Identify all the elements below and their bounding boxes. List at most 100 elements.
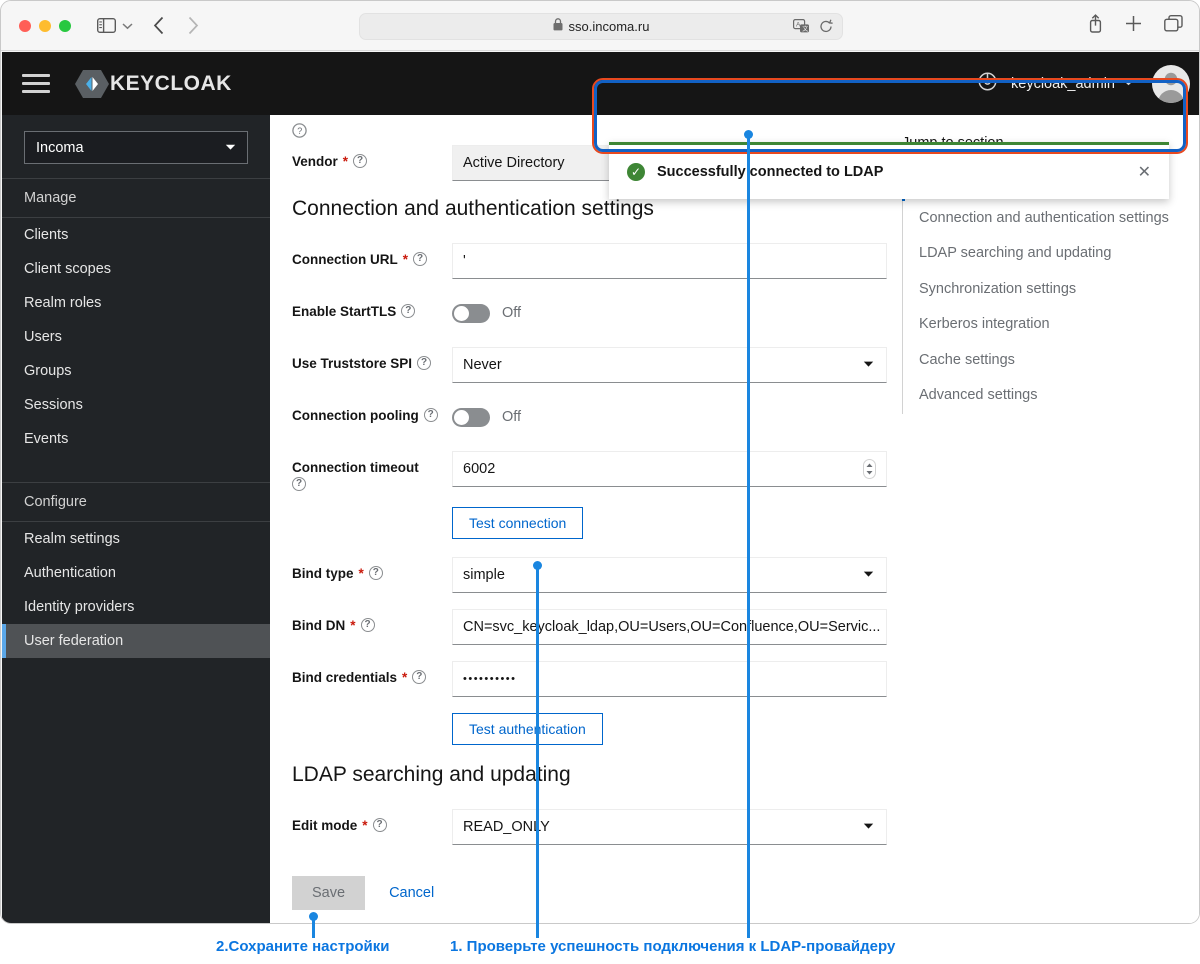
sidebar-item-events[interactable]: Events <box>2 422 270 456</box>
chevron-down-icon <box>225 143 236 153</box>
save-button[interactable]: Save <box>292 876 366 910</box>
help-circle-icon[interactable]: ? <box>423 408 438 422</box>
reload-icon[interactable] <box>819 19 833 39</box>
jump-item-kerberos-integration[interactable]: Kerberos integration <box>903 307 1182 343</box>
sidebar-toggle-icon[interactable] <box>97 18 116 33</box>
browser-toolbar: sso.incoma.ru A文 <box>1 1 1199 51</box>
jump-item-synchronization-settings[interactable]: Synchronization settings <box>903 272 1182 308</box>
close-icon[interactable]: ✕ <box>1138 162 1151 182</box>
enable-starttls-toggle[interactable] <box>452 303 490 323</box>
bind-dn-input[interactable]: CN=svc_keycloak_ldap,OU=Users,OU=Conflue… <box>452 609 887 645</box>
label-text: Enable StartTLS <box>292 304 397 319</box>
test-authentication-button[interactable]: Test authentication <box>452 713 603 745</box>
address-bar[interactable]: sso.incoma.ru A文 <box>359 13 843 40</box>
use-truststore-spi-select[interactable]: Never <box>452 347 887 383</box>
help-circle-icon[interactable]: ? <box>401 304 416 318</box>
username-label[interactable]: keycloak_admin <box>1011 76 1115 92</box>
field-row-enable-starttls: Enable StartTLS ? Off <box>292 295 902 331</box>
edit-mode-value: READ_ONLY <box>463 819 550 835</box>
jump-item-connection-and-authentication-settings[interactable]: Connection and authentication settings <box>903 201 1182 237</box>
chevron-down-icon[interactable] <box>1123 78 1134 89</box>
connection-timeout-value: 6002 <box>463 461 496 477</box>
maximize-window-button[interactable] <box>59 19 71 32</box>
sidebar-item-users[interactable]: Users <box>2 320 270 354</box>
section-heading-ldap-search: LDAP searching and updating <box>292 763 571 786</box>
bind-credentials-input[interactable]: •••••••••• <box>452 661 887 697</box>
sidebar-item-groups[interactable]: Groups <box>2 354 270 388</box>
help-circle-icon[interactable]: ? <box>413 252 428 266</box>
field-label-vendor: Vendor * ? <box>292 145 452 169</box>
form-scroll-area[interactable]: ? Vendor * ? Active Directory Connection… <box>270 115 1199 861</box>
svg-text:文: 文 <box>802 25 808 33</box>
connection-pooling-toggle-row: Off <box>452 399 887 435</box>
plus-icon[interactable] <box>1125 15 1142 32</box>
help-circle-icon[interactable]: ? <box>292 477 306 491</box>
help-circle-icon[interactable]: ? <box>368 566 383 580</box>
browser-toolbar-actions <box>1088 14 1183 33</box>
connection-url-input[interactable]: ' <box>452 243 887 279</box>
label-text: Connection pooling <box>292 408 419 423</box>
window-traffic-lights <box>19 19 71 32</box>
back-button[interactable] <box>153 16 165 35</box>
jump-item-advanced-settings[interactable]: Advanced settings <box>903 378 1182 414</box>
test-connection-button[interactable]: Test connection <box>452 507 584 539</box>
help-circle-icon[interactable]: ? <box>412 670 427 684</box>
sidebar-item-realm-settings[interactable]: Realm settings <box>2 522 270 556</box>
test-connection-area: Test connection <box>452 507 902 539</box>
check-circle-icon: ✓ <box>627 163 645 181</box>
keycloak-logo[interactable]: KEYCLOAK <box>74 68 232 100</box>
help-circle-icon[interactable]: ? <box>417 356 432 370</box>
connection-timeout-input[interactable]: 6002 <box>452 451 887 487</box>
help-circle-icon[interactable]: ? <box>292 123 307 143</box>
sidebar-item-authentication[interactable]: Authentication <box>2 556 270 590</box>
help-circle-icon[interactable]: ? <box>360 618 375 632</box>
required-marker: * <box>402 670 408 685</box>
edit-mode-select[interactable]: READ_ONLY <box>452 809 887 845</box>
field-label-bind-credentials: Bind credentials * ? <box>292 661 452 685</box>
jump-item-ldap-searching-and-updating[interactable]: LDAP searching and updating <box>903 236 1182 272</box>
label-text: Bind credentials <box>292 670 398 685</box>
sidebar-item-sessions[interactable]: Sessions <box>2 388 270 422</box>
nav-group-title-configure: Configure <box>2 482 270 522</box>
translate-icon[interactable]: A文 <box>793 19 810 39</box>
realm-selector[interactable]: Incoma <box>24 131 248 164</box>
realm-selector-wrap: Incoma <box>2 115 270 178</box>
close-window-button[interactable] <box>19 19 31 32</box>
sidebar-item-identity-providers[interactable]: Identity providers <box>2 590 270 624</box>
tab-overview-icon[interactable] <box>1164 15 1183 32</box>
connection-pooling-toggle[interactable] <box>452 407 490 427</box>
label-text: Connection URL <box>292 252 398 267</box>
realm-name: Incoma <box>36 139 84 156</box>
minimize-window-button[interactable] <box>39 19 51 32</box>
number-stepper-icon[interactable] <box>863 459 876 479</box>
required-marker: * <box>350 618 356 633</box>
field-row-bind-dn: Bind DN * ? CN=svc_keycloak_ldap,OU=User… <box>292 609 902 645</box>
avatar[interactable] <box>1152 64 1190 103</box>
chevron-down-icon[interactable] <box>122 22 133 30</box>
help-circle-icon[interactable]: ? <box>372 818 387 832</box>
field-row-edit-mode: Edit mode * ? READ_ONLY <box>292 809 902 845</box>
cancel-button[interactable]: Cancel <box>375 876 448 910</box>
help-circle-icon[interactable] <box>978 72 997 96</box>
field-row-connection-pooling: Connection pooling ? Off <box>292 399 902 435</box>
sidebar-item-clients[interactable]: Clients <box>2 218 270 252</box>
sidebar-item-client-scopes[interactable]: Client scopes <box>2 252 270 286</box>
required-marker: * <box>342 154 349 169</box>
svg-text:?: ? <box>297 126 302 136</box>
sidebar-item-realm-roles[interactable]: Realm roles <box>2 286 270 320</box>
field-label-connection-timeout: Connection timeout ? <box>292 451 452 491</box>
hamburger-menu-icon[interactable] <box>22 74 50 93</box>
forward-button[interactable] <box>187 16 199 35</box>
required-marker: * <box>362 818 368 833</box>
brand-text: KEYCLOAK <box>110 71 232 95</box>
bind-type-select[interactable]: simple <box>452 557 887 593</box>
share-icon[interactable] <box>1088 14 1103 33</box>
annotation-step-2: 2.Сохраните настройки <box>216 938 390 955</box>
section-heading-connection: Connection and authentication settings <box>292 197 654 220</box>
required-marker: * <box>358 566 364 581</box>
sidebar-nav: Incoma Manage Clients Client scopes Real… <box>2 115 270 923</box>
jump-item-cache-settings[interactable]: Cache settings <box>903 343 1182 379</box>
sidebar-item-user-federation[interactable]: User federation <box>2 624 270 658</box>
help-circle-icon[interactable]: ? <box>353 154 368 168</box>
